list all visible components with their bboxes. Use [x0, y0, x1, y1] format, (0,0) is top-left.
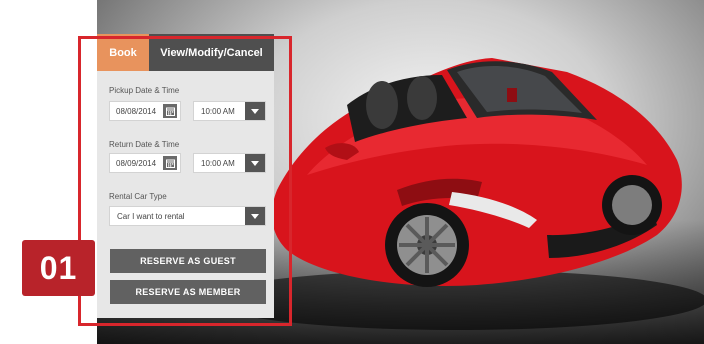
tab-view-modify-cancel[interactable]: View/Modify/Cancel: [149, 34, 274, 71]
booking-tabs: Book View/Modify/Cancel: [97, 34, 274, 71]
chevron-down-icon[interactable]: [245, 207, 265, 225]
tab-book[interactable]: Book: [97, 34, 149, 71]
pickup-label: Pickup Date & Time: [109, 86, 180, 95]
return-date-input[interactable]: 08/09/2014: [109, 153, 181, 173]
step-badge: 01: [22, 240, 95, 296]
rental-car-type-select[interactable]: Car I want to rental: [109, 206, 266, 226]
return-time-select[interactable]: 10:00 AM: [193, 153, 266, 173]
rental-car-type-label: Rental Car Type: [109, 192, 167, 201]
pickup-date-input[interactable]: 08/08/2014: [109, 101, 181, 121]
booking-panel: Book View/Modify/Cancel Pickup Date & Ti…: [97, 34, 274, 318]
pickup-time-value: 10:00 AM: [201, 106, 235, 116]
reserve-as-guest-button[interactable]: RESERVE AS GUEST: [110, 249, 266, 273]
return-date-value: 08/09/2014: [116, 158, 157, 168]
calendar-icon[interactable]: [163, 156, 177, 170]
rental-car-type-value: Car I want to rental: [117, 211, 185, 221]
return-time-value: 10:00 AM: [201, 158, 235, 168]
pickup-time-select[interactable]: 10:00 AM: [193, 101, 266, 121]
chevron-down-icon[interactable]: [245, 154, 265, 172]
chevron-down-icon[interactable]: [245, 102, 265, 120]
reserve-as-member-button[interactable]: RESERVE AS MEMBER: [110, 280, 266, 304]
pickup-date-value: 08/08/2014: [116, 106, 157, 116]
calendar-icon[interactable]: [163, 104, 177, 118]
return-label: Return Date & Time: [109, 140, 180, 149]
